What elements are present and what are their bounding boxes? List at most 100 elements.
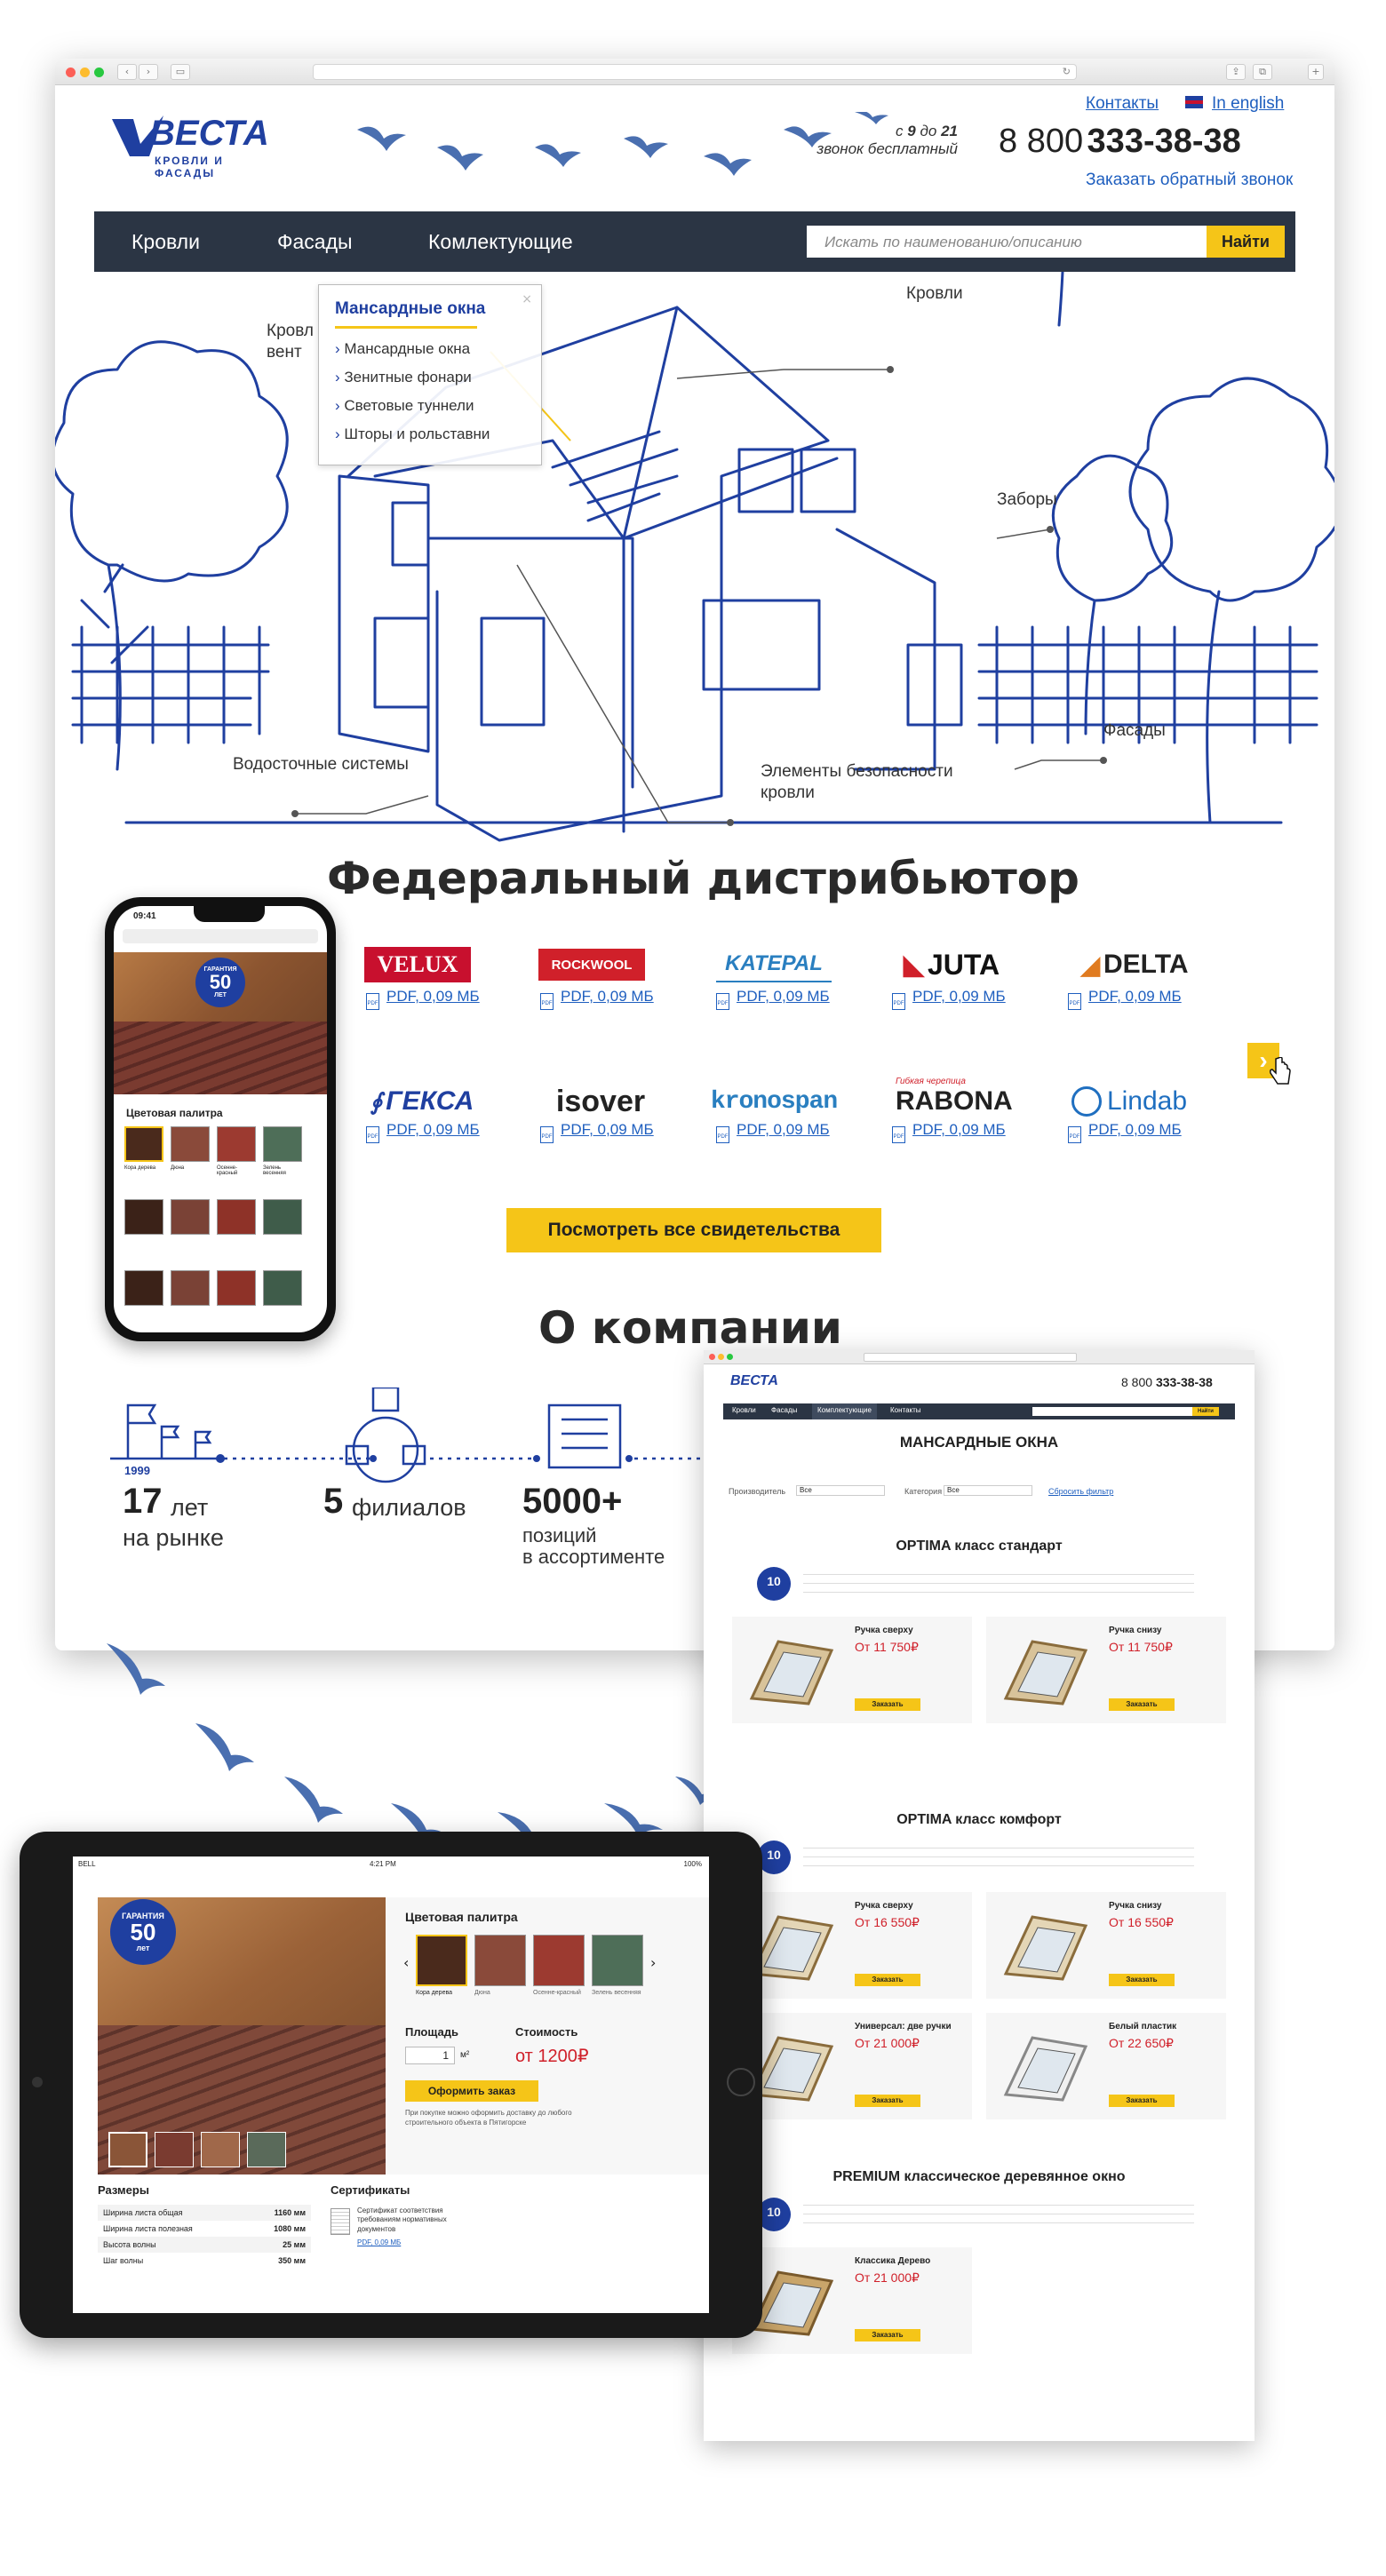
phone-swatch[interactable] [217, 1126, 256, 1162]
dropdown-item[interactable]: › Световые туннели [335, 397, 474, 415]
certificate-thumbnail-icon[interactable] [331, 2208, 350, 2235]
callback-link[interactable]: Заказать обратный звонок [1086, 171, 1293, 190]
minimize-window-icon[interactable] [718, 1354, 724, 1360]
address-bar[interactable]: ↻ [313, 64, 1077, 80]
chevron-right-icon[interactable]: › [650, 1954, 656, 1971]
area-input[interactable]: 1 [405, 2047, 455, 2064]
pdf-link[interactable]: PDF PDF, 0,09 МБ [716, 988, 830, 1010]
catalog-search-input[interactable] [1032, 1407, 1192, 1416]
search-button[interactable]: Найти [1207, 226, 1285, 258]
order-button[interactable]: Заказать [855, 1974, 920, 1986]
thumbnail[interactable] [247, 2132, 286, 2167]
search-input[interactable]: Искать по наименованию/описанию [807, 226, 1207, 258]
thumbnail[interactable] [155, 2132, 194, 2167]
brand-kronospan-logo[interactable]: kronospan [711, 1080, 838, 1123]
brand-geksa-logo[interactable]: ∮ ГЕКСА [364, 1080, 480, 1123]
brand-rockwool-logo[interactable]: ROCKWOOL [538, 949, 645, 981]
product-card[interactable]: Универсал: две ручки От 21 000₽ Заказать [732, 2013, 972, 2119]
english-link[interactable]: In english [1212, 94, 1284, 114]
pdf-link[interactable]: PDF PDF, 0,09 МБ [540, 1121, 654, 1143]
brand-katepal-logo[interactable]: KATEPAL [716, 947, 832, 982]
brand-rabona-logo[interactable]: Гибкая черепица RABONA [896, 1077, 1020, 1123]
order-button[interactable]: Заказать [855, 1698, 920, 1711]
brand-delta-logo[interactable]: ◢ DELTA [1068, 945, 1201, 984]
pdf-link[interactable]: PDF PDF, 0,09 МБ [716, 1121, 830, 1143]
all-certificates-button[interactable]: Посмотреть все свидетельства [506, 1208, 881, 1252]
dropdown-item[interactable]: › Мансардные окна [335, 340, 470, 358]
nav-item-facades[interactable]: Фасады [277, 211, 353, 272]
label-drainage[interactable]: Водосточные системы [233, 755, 409, 775]
tabs-icon[interactable]: ⧉ [1253, 64, 1272, 80]
order-button[interactable]: Заказать [1109, 1698, 1175, 1711]
catalog-logo[interactable]: ВЕСТА [730, 1371, 778, 1389]
back-icon[interactable]: ‹ [117, 64, 137, 80]
label-safety-2[interactable]: кровли [761, 783, 815, 803]
label-vent-roofs-1[interactable]: Кровл [267, 322, 314, 341]
label-roofs[interactable]: Кровли [906, 284, 963, 304]
pdf-link[interactable]: PDF PDF, 0,09 МБ [1068, 988, 1182, 1010]
catalog-search-button[interactable]: Найти [1192, 1407, 1219, 1416]
catalog-address-bar[interactable] [864, 1353, 1077, 1362]
pdf-link[interactable]: PDF PDF, 0,09 МБ [540, 988, 654, 1010]
product-card[interactable]: Ручка снизу От 11 750₽ Заказать [986, 1617, 1226, 1723]
phone-address-bar[interactable] [123, 929, 318, 943]
close-window-icon[interactable] [66, 68, 76, 77]
label-vent-roofs-2[interactable]: вент [267, 343, 302, 362]
product-card[interactable]: Классика Дерево От 21 000₽ Заказать [732, 2247, 972, 2354]
new-tab-icon[interactable]: + [1308, 64, 1324, 80]
tablet-home-button[interactable] [727, 2068, 755, 2096]
thumbnail[interactable] [201, 2132, 240, 2167]
phone-swatch[interactable] [263, 1126, 302, 1162]
phone-swatch[interactable] [171, 1126, 210, 1162]
pdf-link[interactable]: PDF PDF, 0,09 МБ [366, 988, 480, 1010]
forward-icon[interactable]: › [139, 64, 158, 80]
reload-icon[interactable]: ↻ [1063, 66, 1071, 77]
order-button[interactable]: Заказать [855, 2329, 920, 2341]
tablet-swatch[interactable] [416, 1935, 467, 1986]
tablet-swatch[interactable] [592, 1935, 643, 1986]
tablet-swatch[interactable] [533, 1935, 585, 1986]
label-fences[interactable]: Заборы [997, 490, 1057, 510]
sidebar-icon[interactable]: ▭ [171, 64, 190, 80]
thumbnail[interactable] [108, 2132, 147, 2167]
order-button[interactable]: Заказать [1109, 2095, 1175, 2107]
product-card[interactable]: Ручка снизу От 16 550₽ Заказать [986, 1892, 1226, 1999]
phone-swatch[interactable] [171, 1199, 210, 1235]
label-safety-1[interactable]: Элементы безопасности [761, 762, 953, 782]
order-button[interactable]: Заказать [1109, 1974, 1175, 1986]
chevron-left-icon[interactable]: ‹ [403, 1954, 409, 1971]
cert-pdf-link[interactable]: PDF, 0,09 МБ [357, 2238, 401, 2246]
tablet-swatch[interactable] [474, 1935, 526, 1986]
maximize-window-icon[interactable] [94, 68, 104, 77]
nav-item-roofs[interactable]: Кровли [131, 211, 200, 272]
brand-velux-logo[interactable]: VELUX [364, 947, 471, 982]
phone-swatch[interactable] [217, 1199, 256, 1235]
phone-swatch[interactable] [124, 1126, 163, 1162]
site-logo[interactable]: ВЕСТА КРОВЛИ И ФАСАДЫ [110, 112, 288, 179]
filter-reset-link[interactable]: Сбросить фильтр [1048, 1487, 1113, 1498]
brand-lindab-logo[interactable]: Lindab [1063, 1080, 1196, 1123]
catalog-nav-item[interactable]: Комплектующие [812, 1403, 877, 1419]
contacts-link[interactable]: Контакты [1086, 94, 1159, 114]
phone-swatch[interactable] [124, 1270, 163, 1306]
brand-juta-logo[interactable]: ◣ JUTA [894, 945, 1009, 984]
product-card[interactable]: Ручка сверху От 11 750₽ Заказать [732, 1617, 972, 1723]
close-icon[interactable]: × [522, 292, 532, 306]
minimize-window-icon[interactable] [80, 68, 90, 77]
pdf-link[interactable]: PDF PDF, 0,09 МБ [892, 988, 1006, 1010]
catalog-phone[interactable]: 8 800 333-38-38 [1121, 1375, 1213, 1389]
maximize-window-icon[interactable] [727, 1354, 733, 1360]
filter-category-select[interactable]: Все [944, 1485, 1032, 1496]
filter-maker-select[interactable]: Все [796, 1485, 885, 1496]
dropdown-title[interactable]: Мансардные окна [335, 299, 485, 319]
dropdown-item[interactable]: › Зенитные фонари [335, 369, 472, 386]
dropdown-item[interactable]: › Шторы и рольставни [335, 425, 490, 443]
order-button[interactable]: Оформить заказ [405, 2080, 538, 2102]
pdf-link[interactable]: PDF PDF, 0,09 МБ [892, 1121, 1006, 1143]
label-facades[interactable]: Фасады [1103, 721, 1166, 741]
catalog-nav-item[interactable]: Кровли [732, 1406, 756, 1414]
pdf-link[interactable]: PDF PDF, 0,09 МБ [366, 1121, 480, 1143]
brand-isover-logo[interactable]: ISOVER [538, 1080, 663, 1123]
phone-swatch[interactable] [263, 1199, 302, 1235]
product-card[interactable]: Белый пластик От 22 650₽ Заказать [986, 2013, 1226, 2119]
